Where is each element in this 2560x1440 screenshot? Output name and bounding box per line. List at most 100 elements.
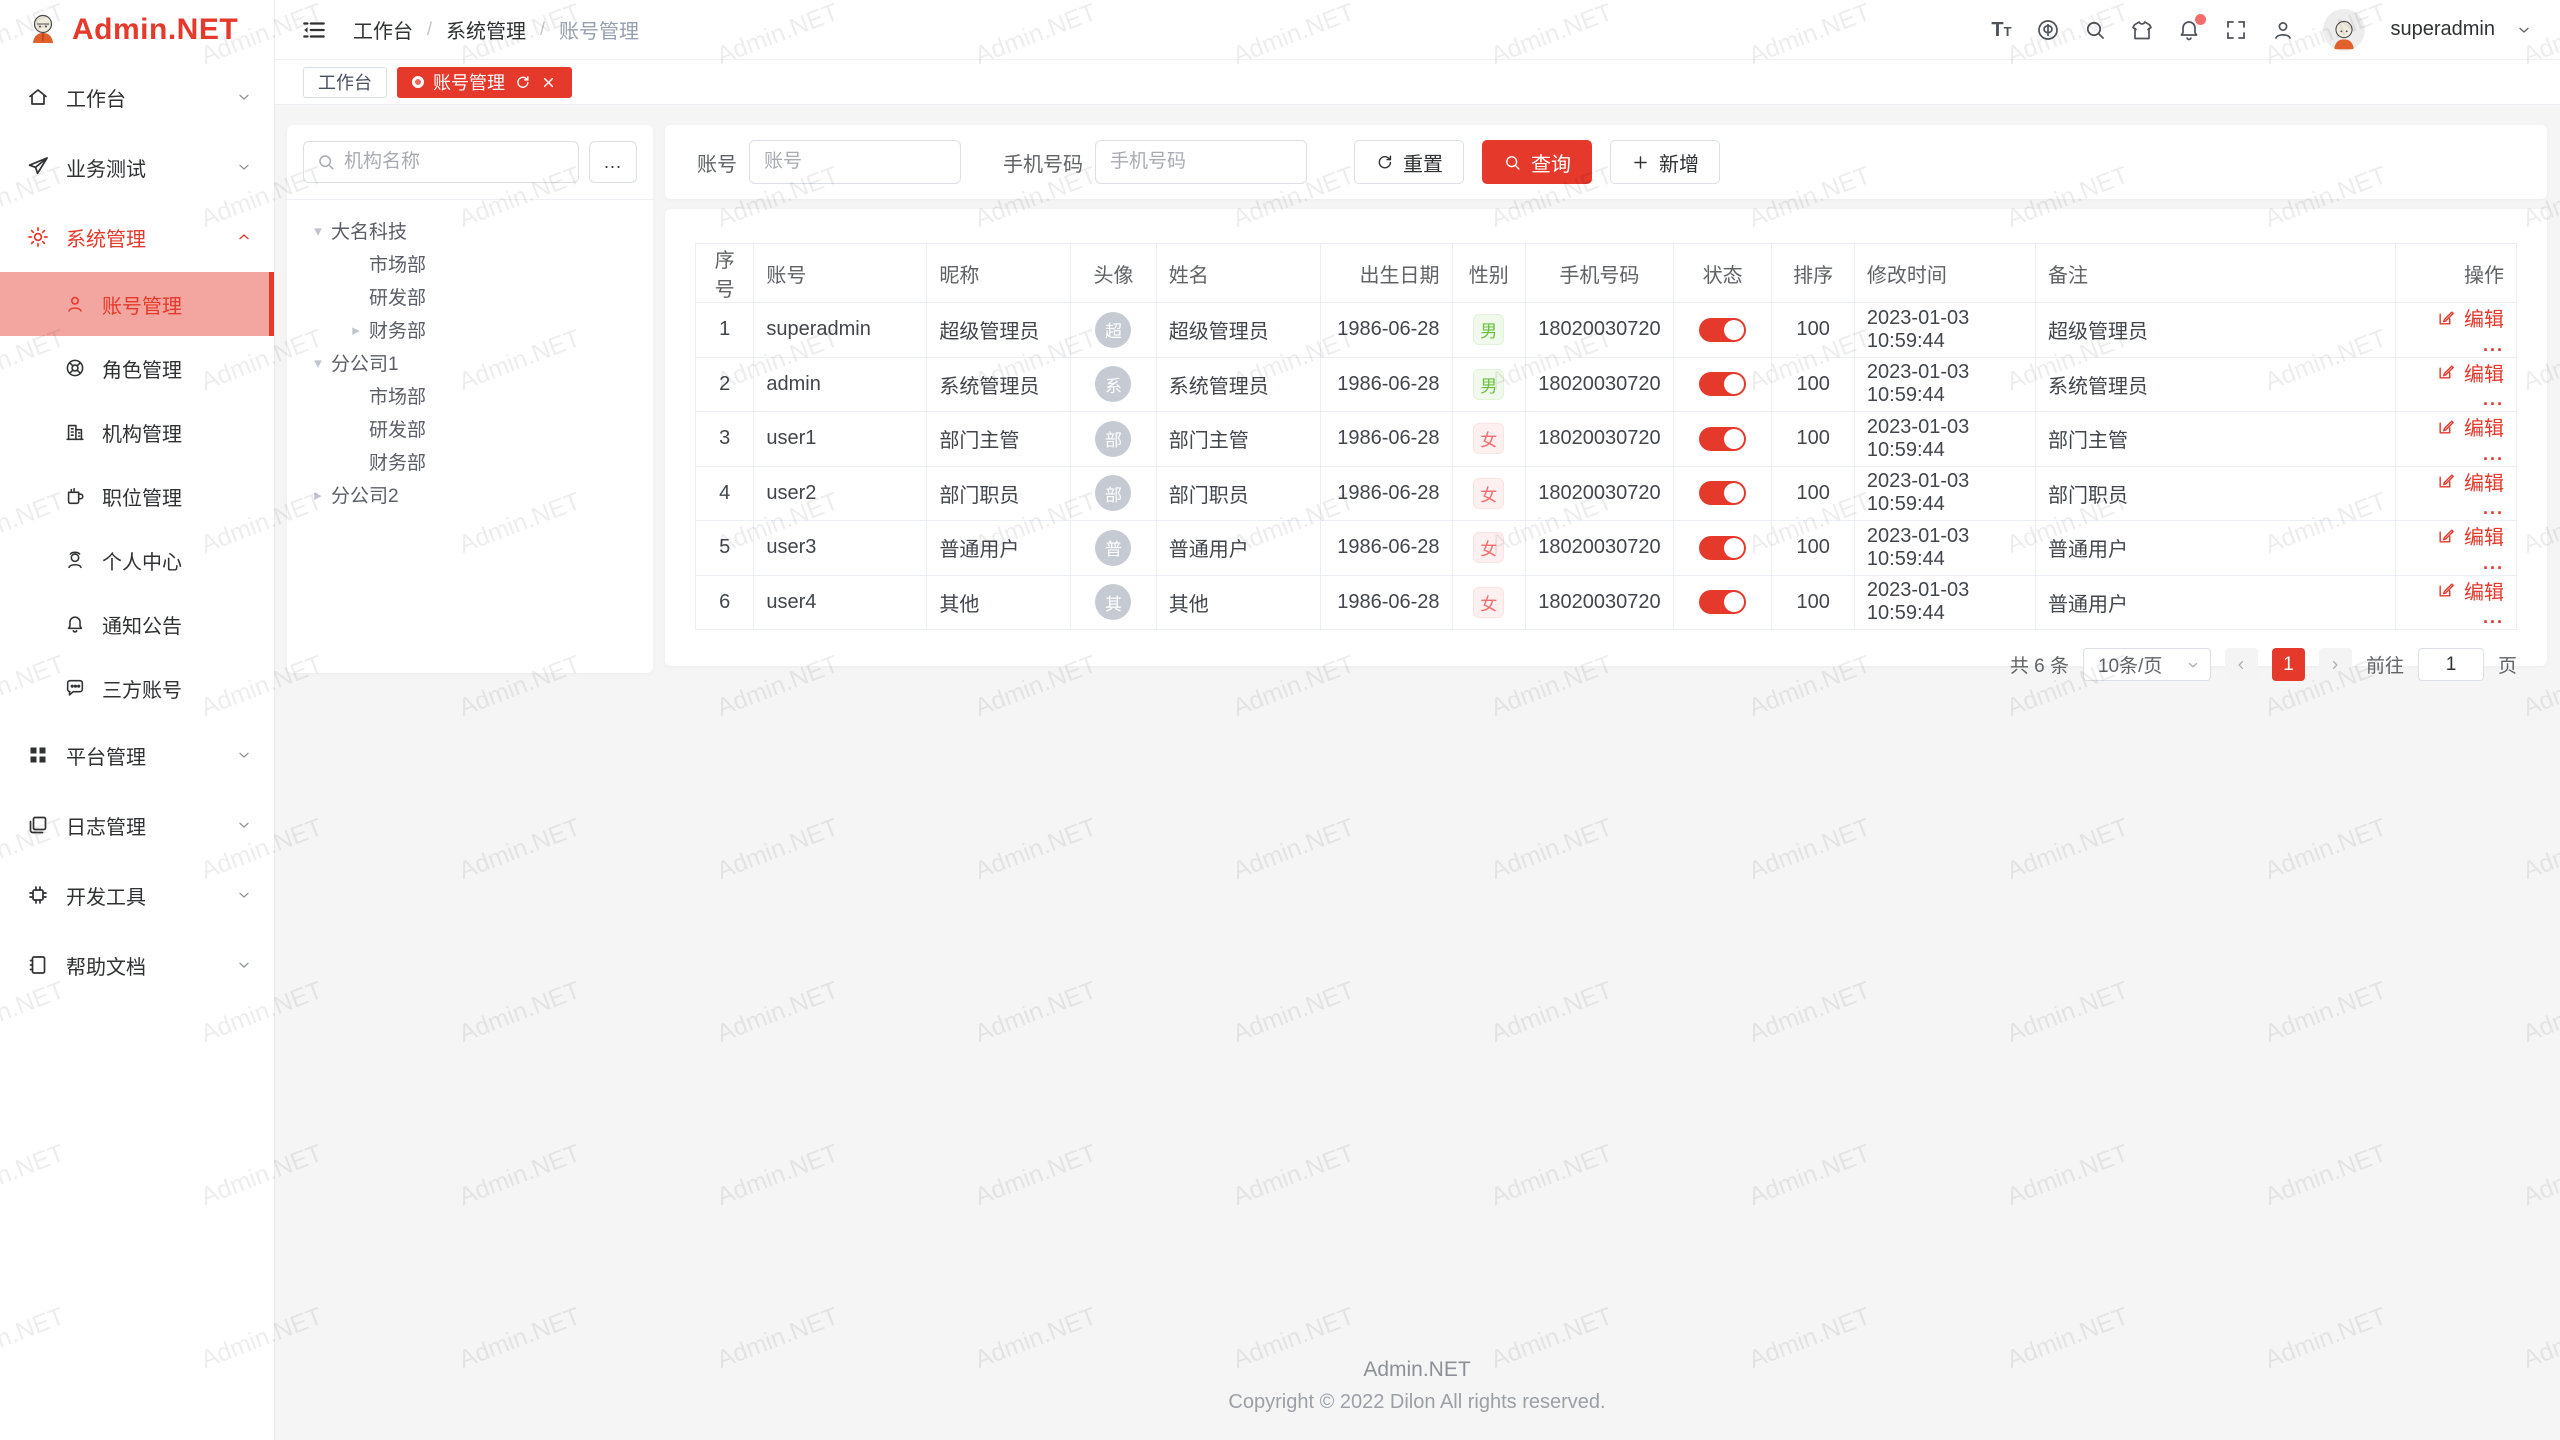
tree-node-label: 市场部 [369, 250, 426, 277]
cell-nickname: 其他 [927, 575, 1071, 630]
status-toggle[interactable] [1699, 318, 1746, 342]
send-icon [26, 155, 50, 179]
tree-node[interactable]: 研发部 [295, 280, 645, 313]
add-button[interactable]: 新增 [1610, 140, 1720, 184]
chevron-down-icon[interactable] [2516, 22, 2532, 38]
row-more-button[interactable]: ... [2483, 498, 2504, 518]
sidebar-item-workbench[interactable]: 工作台 [0, 62, 274, 132]
tree-caret-icon[interactable]: ▾ [305, 222, 331, 240]
log-icon [26, 813, 50, 837]
search-icon[interactable] [2082, 17, 2108, 43]
tree-node[interactable]: 市场部 [295, 379, 645, 412]
edit-button[interactable]: 编辑 [2436, 521, 2504, 550]
row-more-button[interactable]: ... [2483, 444, 2504, 464]
org-search-box[interactable] [303, 141, 579, 183]
sidebar-item-account-mgmt[interactable]: 账号管理 [0, 272, 274, 336]
avatar[interactable] [2323, 9, 2365, 51]
cell-phone: 18020030720 [1525, 412, 1673, 467]
sidebar-item-third-account[interactable]: 三方账号 [0, 656, 274, 720]
sidebar-item-business-test[interactable]: 业务测试 [0, 132, 274, 202]
tree-node-label: 研发部 [369, 415, 426, 442]
edit-icon [2436, 362, 2456, 382]
edit-button[interactable]: 编辑 [2436, 576, 2504, 605]
tree-node[interactable]: ▾大名科技 [295, 214, 645, 247]
sidebar-item-notice[interactable]: 通知公告 [0, 592, 274, 656]
row-more-button[interactable]: ... [2483, 389, 2504, 409]
language-icon[interactable] [2035, 17, 2061, 43]
query-button[interactable]: 查询 [1482, 140, 1592, 184]
tree-node[interactable]: 财务部 [295, 445, 645, 478]
tab-refresh-icon[interactable] [514, 74, 531, 91]
tab-workbench[interactable]: 工作台 [303, 67, 387, 98]
table-row: 2admin系统管理员系系统管理员1986-06-28男180200307201… [696, 357, 2517, 412]
tree-caret-icon[interactable]: ▾ [305, 354, 331, 372]
gender-badge: 女 [1473, 478, 1504, 509]
goto-page-input[interactable] [2418, 648, 2484, 681]
sidebar-item-org-mgmt[interactable]: 机构管理 [0, 400, 274, 464]
tree-caret-icon[interactable]: ▸ [343, 321, 369, 339]
user-table-card: 序号账号昵称头像姓名出生日期性别手机号码状态排序修改时间备注操作 1supera… [665, 209, 2547, 666]
cell-remark: 普通用户 [2036, 575, 2396, 630]
edit-button[interactable]: 编辑 [2436, 303, 2504, 332]
org-more-button[interactable]: ... [589, 141, 637, 183]
sidebar-item-help-docs[interactable]: 帮助文档 [0, 930, 274, 1000]
page-size-select[interactable]: 10条/页 [2083, 648, 2211, 681]
cell-name: 部门主管 [1156, 412, 1320, 467]
cell-index: 4 [696, 466, 754, 521]
phone-input[interactable] [1095, 140, 1307, 184]
font-size-icon[interactable]: TT [1988, 17, 2014, 43]
username[interactable]: superadmin [2390, 18, 2495, 41]
notification-icon[interactable] [2176, 17, 2202, 43]
sidebar-item-log-mgmt[interactable]: 日志管理 [0, 790, 274, 860]
sidebar-item-role-mgmt[interactable]: 角色管理 [0, 336, 274, 400]
phone-label: 手机号码 [1003, 148, 1083, 177]
chevron-down-icon [236, 89, 252, 105]
prev-page-button[interactable] [2225, 648, 2258, 681]
tree-node[interactable]: ▸分公司2 [295, 478, 645, 511]
row-more-button[interactable]: ... [2483, 335, 2504, 355]
edit-button[interactable]: 编辑 [2436, 358, 2504, 387]
logo[interactable]: Admin.NET [0, 0, 274, 60]
cell-birthdate: 1986-06-28 [1320, 575, 1452, 630]
tree-node[interactable]: ▾分公司1 [295, 346, 645, 379]
reset-button[interactable]: 重置 [1354, 140, 1464, 184]
sidebar-item-personal-center[interactable]: 个人中心 [0, 528, 274, 592]
edit-button[interactable]: 编辑 [2436, 412, 2504, 441]
fullscreen-icon[interactable] [2223, 17, 2249, 43]
status-toggle[interactable] [1699, 481, 1746, 505]
account-input[interactable] [749, 140, 961, 184]
row-more-button[interactable]: ... [2483, 553, 2504, 573]
sidebar-item-system-mgmt[interactable]: 系统管理 [0, 202, 274, 272]
user-icon[interactable] [2270, 17, 2296, 43]
theme-icon[interactable] [2129, 17, 2155, 43]
tree-node[interactable]: ▸财务部 [295, 313, 645, 346]
menu-fold-icon[interactable] [301, 16, 329, 44]
status-toggle[interactable] [1699, 427, 1746, 451]
column-header: 昵称 [927, 244, 1071, 303]
logo-monk-icon [24, 11, 62, 49]
tab-close-icon[interactable] [540, 74, 557, 91]
edit-button[interactable]: 编辑 [2436, 467, 2504, 496]
status-toggle[interactable] [1699, 590, 1746, 614]
cell-phone: 18020030720 [1525, 303, 1673, 358]
tree-node[interactable]: 市场部 [295, 247, 645, 280]
tree-caret-icon[interactable]: ▸ [305, 486, 331, 504]
cell-phone: 18020030720 [1525, 575, 1673, 630]
status-toggle[interactable] [1699, 372, 1746, 396]
next-page-button[interactable] [2319, 648, 2352, 681]
breadcrumb-item[interactable]: 工作台 [353, 15, 413, 44]
cell-name: 其他 [1156, 575, 1320, 630]
breadcrumb-item[interactable]: 系统管理 [446, 15, 526, 44]
page-number-current[interactable]: 1 [2272, 648, 2305, 681]
sidebar-item-position-mgmt[interactable]: 职位管理 [0, 464, 274, 528]
tab-account-mgmt[interactable]: 账号管理 [397, 67, 572, 98]
sidebar-item-platform-mgmt[interactable]: 平台管理 [0, 720, 274, 790]
chevron-down-icon [236, 817, 252, 833]
sidebar-item-dev-tools[interactable]: 开发工具 [0, 860, 274, 930]
chevron-down-icon [236, 957, 252, 973]
status-toggle[interactable] [1699, 536, 1746, 560]
row-more-button[interactable]: ... [2483, 607, 2504, 627]
breadcrumb-item: 账号管理 [559, 15, 639, 44]
org-search-input[interactable] [344, 151, 566, 173]
tree-node[interactable]: 研发部 [295, 412, 645, 445]
